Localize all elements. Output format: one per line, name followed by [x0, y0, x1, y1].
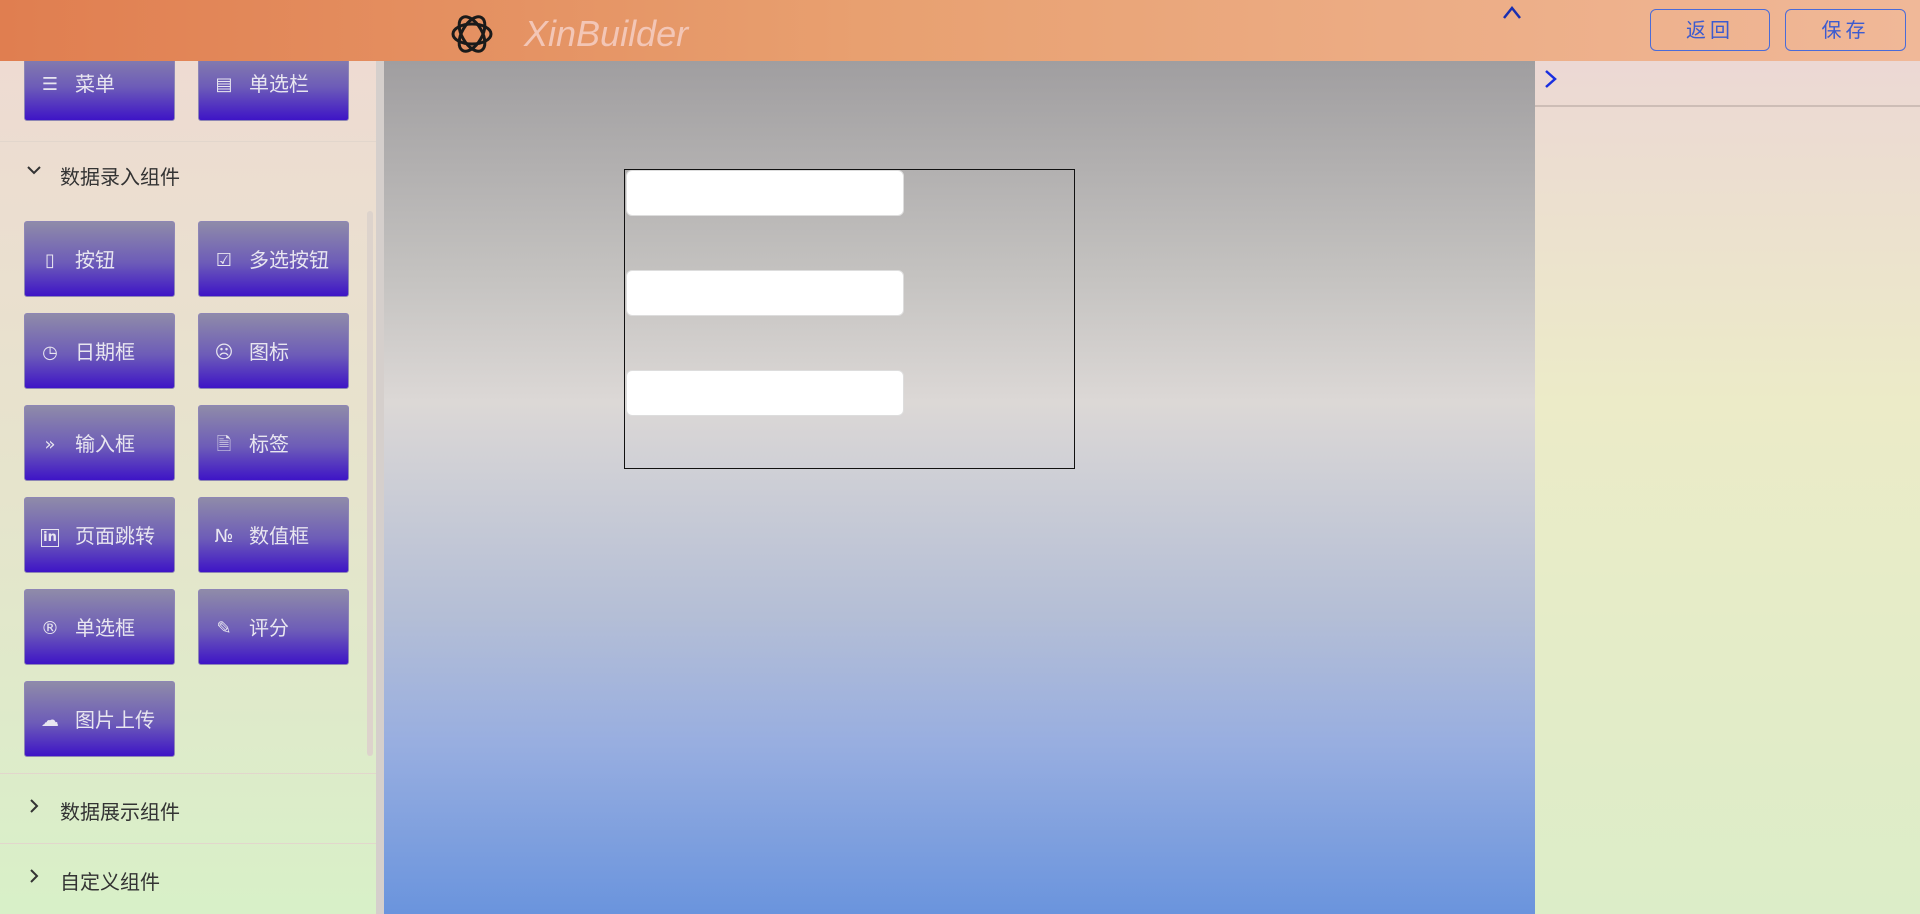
section-title: 自定义组件	[60, 870, 160, 894]
clock-icon: ◷	[42, 342, 58, 363]
component-label: 图标	[249, 340, 289, 364]
linkedin-icon: in	[41, 529, 59, 547]
section-title: 数据录入组件	[60, 165, 180, 189]
section-title: 数据展示组件	[60, 800, 180, 824]
sidebar-edge	[376, 61, 384, 914]
number-sign-icon: №	[214, 526, 234, 547]
component-page-link[interactable]: in 页面跳转	[24, 497, 175, 573]
component-checkbox[interactable]: ☑ 多选按钮	[198, 221, 349, 297]
component-label: 输入框	[75, 432, 135, 456]
component-radio[interactable]: ® 单选框	[24, 589, 175, 665]
component-tag[interactable]: 🗎 标签	[198, 405, 349, 481]
back-button[interactable]: 返回	[1650, 9, 1770, 51]
component-label: 日期框	[75, 340, 135, 364]
app-title: XinBuilder	[524, 13, 689, 54]
component-label: 标签	[249, 432, 289, 456]
component-button[interactable]: ▯ 按钮	[24, 221, 175, 297]
component-sidebar: ☰ 菜单 ▤ 单选栏 数据录入组件 ▯ 按钮 ☑ 多选按钮 ◷ 日期框 ☹ 图标…	[0, 61, 376, 914]
component-date-picker[interactable]: ◷ 日期框	[24, 313, 175, 389]
component-icon[interactable]: ☹ 图标	[198, 313, 349, 389]
component-number-input[interactable]: № 数值框	[198, 497, 349, 573]
double-chevron-right-icon: »	[44, 434, 56, 455]
sidebar-scrollbar[interactable]	[367, 211, 373, 756]
component-rating[interactable]: ✎ 评分	[198, 589, 349, 665]
section-data-input-header[interactable]: 数据录入组件	[0, 141, 376, 207]
chevron-right-icon	[24, 797, 44, 820]
component-image-upload[interactable]: ☁ 图片上传	[24, 681, 175, 757]
tablet-icon: ▯	[45, 250, 55, 271]
component-label: 按钮	[75, 248, 115, 272]
form-input-1[interactable]	[626, 170, 904, 216]
document-icon: 🗎	[216, 434, 232, 455]
form-container[interactable]	[624, 169, 1075, 469]
frame-icon: ▤	[215, 74, 233, 95]
menu-list-icon: ☰	[41, 74, 59, 95]
component-label: 多选按钮	[249, 248, 329, 272]
component-label: 菜单	[75, 72, 115, 96]
chevron-right-icon	[24, 867, 44, 890]
top-header: XinBuilder 返回 保存	[0, 0, 1920, 61]
frown-icon: ☹	[214, 342, 234, 363]
component-label: 评分	[249, 616, 289, 640]
cloud-upload-icon: ☁	[41, 710, 59, 731]
component-label: 图片上传	[75, 708, 155, 732]
chevron-right-icon[interactable]	[1539, 65, 1563, 93]
checkbox-icon: ☑	[215, 250, 233, 271]
component-radio-bar-button[interactable]: ▤ 单选栏	[198, 61, 349, 121]
registered-icon: ®	[41, 618, 59, 639]
component-label: 数值框	[249, 524, 309, 548]
properties-panel	[1535, 61, 1920, 914]
component-input[interactable]: » 输入框	[24, 405, 175, 481]
section-data-display-header[interactable]: 数据展示组件	[0, 773, 376, 843]
design-canvas[interactable]	[384, 61, 1535, 914]
chevron-up-icon[interactable]	[1498, 0, 1526, 28]
section-custom-header[interactable]: 自定义组件	[0, 843, 376, 913]
component-label: 单选栏	[249, 72, 309, 96]
component-label: 页面跳转	[75, 524, 155, 548]
properties-panel-header	[1535, 61, 1920, 107]
edit-icon: ✎	[216, 618, 232, 639]
component-menu-button[interactable]: ☰ 菜单	[24, 61, 175, 121]
save-button[interactable]: 保存	[1785, 9, 1906, 51]
openai-knot-icon	[451, 15, 493, 53]
form-input-3[interactable]	[626, 370, 904, 416]
chevron-down-icon	[24, 161, 44, 184]
component-label: 单选框	[75, 616, 135, 640]
form-input-2[interactable]	[626, 270, 904, 316]
